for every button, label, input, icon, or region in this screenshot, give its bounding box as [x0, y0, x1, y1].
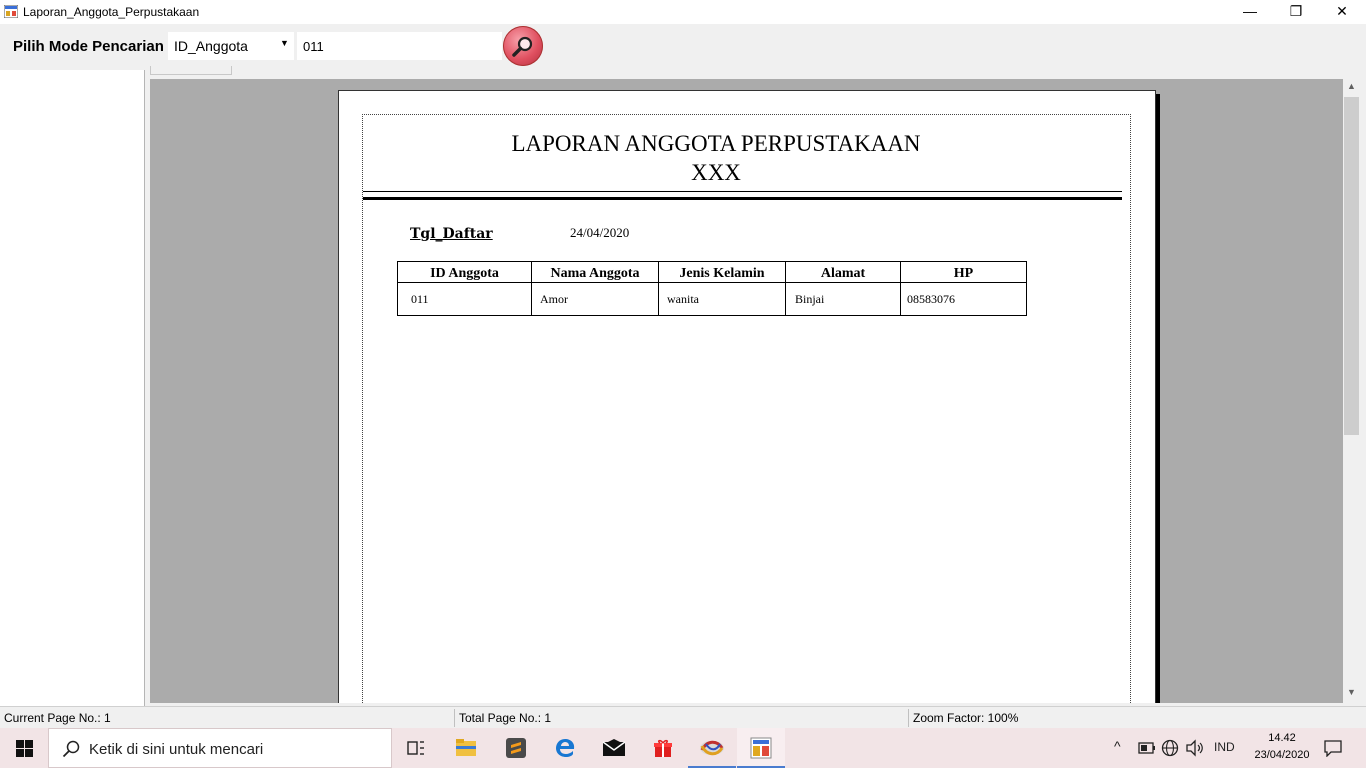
- edge-icon: [556, 739, 575, 757]
- search-button[interactable]: [503, 26, 543, 66]
- date-value: 24/04/2020: [570, 225, 630, 240]
- mail-button[interactable]: [590, 728, 638, 768]
- maximize-icon: ❐: [1289, 3, 1303, 19]
- column-header: Jenis Kelamin: [658, 261, 786, 283]
- report-frame: LAPORAN ANGGOTA PERPUSTAKAAN XXX Tgl_Daf…: [362, 114, 1131, 703]
- visual-studio-icon: [700, 740, 724, 756]
- column-header: ID Anggota: [397, 261, 532, 283]
- cell-phone: 08583076: [900, 282, 1027, 316]
- status-bar: Current Page No.: 1 Total Page No.: 1 Zo…: [0, 706, 1366, 728]
- header-rule-thick: [363, 197, 1122, 200]
- scroll-up-icon[interactable]: ▲: [1343, 81, 1360, 95]
- taskbar: Ketik di sini untuk mencari ^ IND 14.42 …: [0, 728, 1366, 768]
- table-header-row: ID Anggota Nama Anggota Jenis Kelamin Al…: [397, 261, 1027, 283]
- search-mode-label: Pilih Mode Pencarian: [13, 38, 164, 55]
- chevron-down-icon: ▼: [280, 38, 289, 48]
- search-icon: [512, 36, 533, 57]
- member-table: ID Anggota Nama Anggota Jenis Kelamin Al…: [397, 261, 1027, 316]
- viewer-tab[interactable]: [150, 66, 232, 75]
- report-title: LAPORAN ANGGOTA PERPUSTAKAAN XXX: [363, 129, 1069, 187]
- windows-logo-icon: [16, 740, 33, 757]
- edge-browser-button[interactable]: [541, 728, 589, 768]
- report-title-line2: XXX: [691, 160, 741, 185]
- maximize-button[interactable]: ❐: [1273, 0, 1319, 24]
- cell-id: 011: [397, 282, 532, 316]
- globe-network-icon[interactable]: [1161, 739, 1179, 757]
- minimize-icon: —: [1243, 3, 1257, 19]
- date-label: Tgl_Daftar: [410, 226, 493, 242]
- report-window-icon: [750, 737, 772, 759]
- column-header: Alamat: [785, 261, 901, 283]
- window-title: Laporan_Anggota_Perpustakaan: [23, 5, 200, 19]
- scroll-down-icon[interactable]: ▼: [1343, 687, 1360, 701]
- header-rule-thin: [363, 191, 1122, 192]
- start-button[interactable]: [0, 728, 48, 768]
- minimize-button[interactable]: —: [1227, 0, 1273, 24]
- current-page-status: Current Page No.: 1: [4, 711, 111, 725]
- mail-icon: [602, 739, 626, 756]
- report-viewer[interactable]: LAPORAN ANGGOTA PERPUSTAKAAN XXX Tgl_Daf…: [150, 79, 1343, 703]
- clock-time[interactable]: 14.42: [1262, 732, 1302, 744]
- total-page-status: Total Page No.: 1: [459, 711, 552, 725]
- tray-chevron-up-icon[interactable]: ^: [1114, 738, 1121, 754]
- search-mode-value: ID_Anggota: [174, 38, 248, 54]
- status-divider: [454, 709, 455, 727]
- folder-icon: [456, 739, 476, 756]
- taskbar-search-placeholder: Ketik di sini untuk mencari: [89, 741, 264, 758]
- vertical-scrollbar[interactable]: ▲ ▼: [1343, 79, 1360, 703]
- task-view-icon: [407, 741, 424, 755]
- volume-icon[interactable]: [1185, 739, 1205, 757]
- visual-basic-app-button[interactable]: [688, 728, 736, 768]
- status-divider: [908, 709, 909, 727]
- notification-icon[interactable]: [1323, 739, 1343, 757]
- task-view-button[interactable]: [392, 728, 440, 768]
- report-app-button[interactable]: [737, 728, 785, 768]
- close-button[interactable]: ✕: [1319, 0, 1365, 24]
- search-icon: [62, 740, 80, 758]
- gift-app-button[interactable]: [639, 728, 687, 768]
- table-row: 011 Amor wanita Binjai 08583076: [397, 282, 1027, 316]
- app-icon: [4, 5, 18, 18]
- gift-icon: [654, 739, 672, 757]
- report-title-line1: LAPORAN ANGGOTA PERPUSTAKAAN: [511, 131, 921, 156]
- taskbar-search-box[interactable]: Ketik di sini untuk mencari: [48, 728, 392, 768]
- cell-address: Binjai: [785, 282, 901, 316]
- column-header: Nama Anggota: [531, 261, 659, 283]
- close-icon: ✕: [1336, 3, 1348, 19]
- file-explorer-button[interactable]: [442, 728, 490, 768]
- scrollbar-thumb[interactable]: [1344, 97, 1359, 435]
- clock-date[interactable]: 23/04/2020: [1250, 749, 1314, 761]
- title-bar: Laporan_Anggota_Perpustakaan — ❐ ✕: [0, 0, 1366, 24]
- sublime-text-button[interactable]: [492, 728, 540, 768]
- language-indicator[interactable]: IND: [1214, 740, 1235, 754]
- search-mode-select[interactable]: ID_Anggota ▼: [168, 32, 294, 60]
- report-page: LAPORAN ANGGOTA PERPUSTAKAAN XXX Tgl_Daf…: [338, 90, 1156, 703]
- zoom-status: Zoom Factor: 100%: [913, 711, 1019, 725]
- group-tree-pane[interactable]: [0, 70, 145, 706]
- search-input[interactable]: [297, 32, 502, 60]
- column-header: HP: [900, 261, 1027, 283]
- battery-icon[interactable]: [1138, 740, 1156, 756]
- sublime-text-icon: [506, 738, 526, 758]
- cell-gender: wanita: [658, 282, 786, 316]
- cell-name: Amor: [531, 282, 659, 316]
